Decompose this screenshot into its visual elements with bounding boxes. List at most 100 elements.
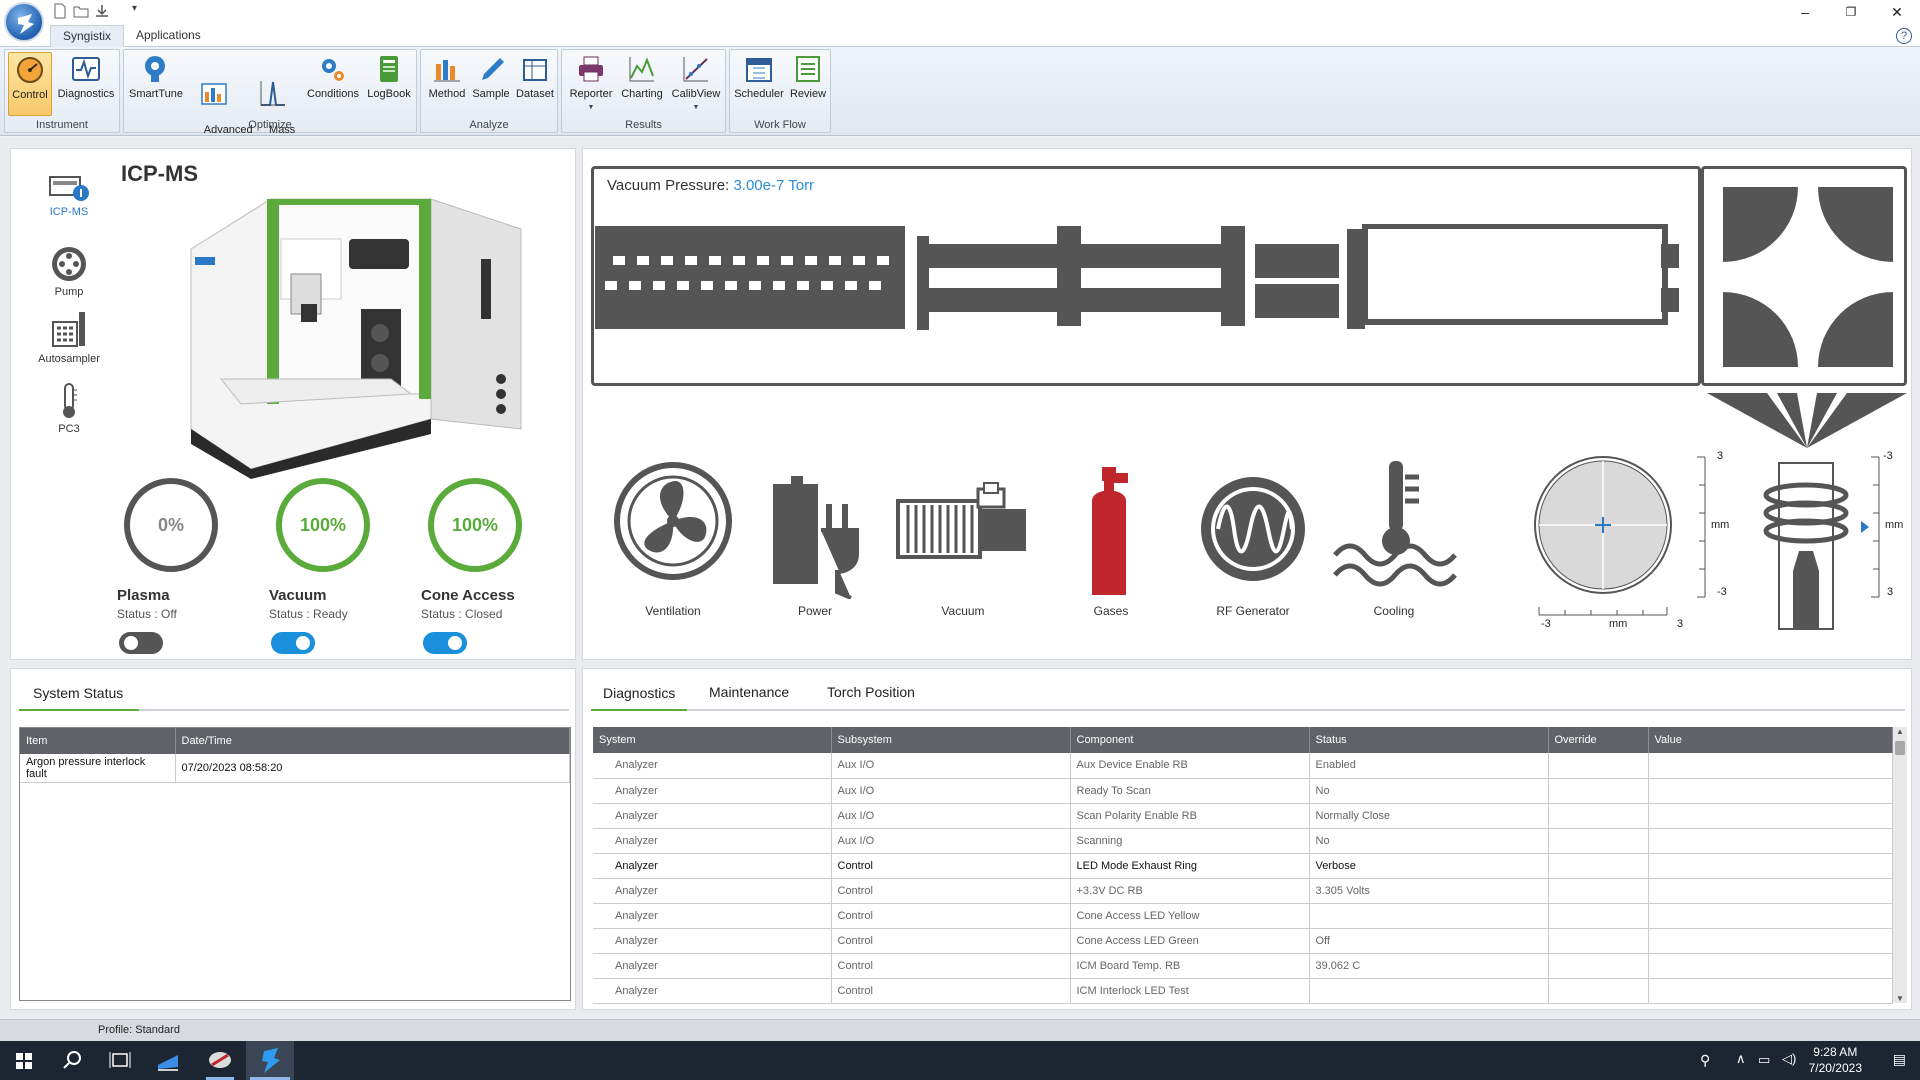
nav-icp-ms[interactable]: ICP-MS — [39, 169, 99, 218]
plasma-toggle[interactable] — [119, 632, 163, 654]
power-plug-icon[interactable] — [771, 474, 861, 599]
override-cell — [1548, 903, 1649, 929]
scroll-up-icon[interactable]: ▲ — [1893, 727, 1907, 739]
table-row[interactable]: Analyzer Aux I/O Ready To Scan No — [593, 778, 1893, 804]
windows-start-icon[interactable] — [0, 1041, 48, 1080]
col-datetime[interactable]: Date/Time — [175, 728, 570, 754]
component-cell: Scan Polarity Enable RB — [1070, 803, 1310, 829]
charting-icon — [629, 57, 654, 82]
col-value[interactable]: Value — [1648, 727, 1893, 753]
clock-time: 9:28 AM — [1813, 1045, 1858, 1059]
ventilation-fan-icon[interactable] — [613, 461, 733, 581]
taskbar-app-icon-2[interactable] — [196, 1041, 244, 1080]
table-row[interactable]: Analyzer Aux I/O Aux Device Enable RB Enabl… — [593, 753, 1893, 779]
volume-icon[interactable]: ◁) — [1782, 1051, 1796, 1067]
close-button[interactable]: ✕ — [1874, 0, 1920, 25]
review-button[interactable]: Review — [786, 52, 830, 116]
nav-autosampler[interactable]: Autosampler — [29, 310, 109, 365]
task-view-icon[interactable] — [96, 1041, 144, 1080]
save-icon[interactable] — [94, 3, 110, 19]
conditions-button[interactable]: Conditions — [304, 52, 362, 116]
tab-system-status[interactable]: System Status — [33, 685, 123, 701]
mass-calibration-button[interactable]: Mass Calibration — [244, 52, 302, 148]
col-status[interactable]: Status — [1309, 727, 1549, 753]
col-override[interactable]: Override — [1548, 727, 1649, 753]
logbook-button[interactable]: LogBook — [364, 52, 414, 116]
system-cell: Analyzer — [593, 853, 832, 879]
quick-access-dropdown-icon[interactable]: ▾ — [132, 3, 148, 19]
nav-pc3[interactable]: PC3 — [39, 382, 99, 435]
control-button[interactable]: Control — [8, 52, 52, 116]
restore-button[interactable]: ❐ — [1828, 0, 1874, 25]
table-row[interactable]: Analyzer Control Cone Access LED Green Off — [593, 928, 1893, 954]
minimize-button[interactable]: – — [1782, 0, 1828, 25]
diagnostics-scrollbar[interactable]: ▲ ▼ — [1893, 727, 1907, 1003]
tab-applications[interactable]: Applications — [124, 25, 213, 47]
nav-pump[interactable]: Pump — [39, 245, 99, 298]
taskbar-app-icon-1[interactable] — [144, 1041, 192, 1080]
system-cell: Analyzer — [593, 828, 832, 854]
diagnostics-button[interactable]: Diagnostics — [55, 52, 117, 116]
component-cell: LED Mode Exhaust Ring — [1070, 853, 1310, 879]
table-row[interactable]: Analyzer Aux I/O Scan Polarity Enable RB No… — [593, 803, 1893, 829]
show-hidden-icons-icon[interactable]: ∧ — [1736, 1051, 1746, 1067]
gas-cylinder-icon[interactable] — [1086, 467, 1136, 597]
rf-generator-icon[interactable] — [1198, 474, 1308, 584]
search-icon[interactable] — [48, 1041, 96, 1080]
z-axis-unit-label: mm — [1885, 519, 1904, 531]
table-row[interactable]: Analyzer Control LED Mode Exhaust Ring Verb… — [593, 853, 1893, 879]
status-cell: 39.062 C — [1309, 953, 1549, 979]
network-icon[interactable]: ▭ — [1758, 1052, 1770, 1068]
vacuum-label: Vacuum — [269, 587, 327, 604]
notifications-icon[interactable]: ▤ — [1893, 1051, 1906, 1068]
component-cell: Cone Access LED Green — [1070, 928, 1310, 954]
scrollbar-thumb[interactable] — [1895, 741, 1905, 755]
table-row[interactable]: Analyzer Control Cone Access LED Yellow — [593, 903, 1893, 929]
tab-maintenance[interactable]: Maintenance — [709, 684, 789, 700]
table-row[interactable]: Analyzer Control ICM Board Temp. RB 39.062 … — [593, 953, 1893, 979]
table-row[interactable]: Argon pressure interlock fault 07/20/202… — [20, 754, 570, 783]
cooling-icon[interactable] — [1331, 459, 1461, 589]
plasma-label: Plasma — [117, 587, 170, 604]
reporter-dropdown-icon[interactable]: ▼ — [588, 104, 595, 111]
syngistix-taskbar-icon[interactable] — [246, 1041, 294, 1080]
new-file-icon[interactable] — [52, 3, 68, 19]
col-item[interactable]: Item — [20, 728, 176, 754]
cone-access-gauge: 100% — [428, 478, 522, 572]
vacuum-pump-icon[interactable] — [896, 481, 1028, 566]
vacuum-toggle[interactable] — [271, 632, 315, 654]
calibview-button[interactable]: CalibView ▼ — [668, 52, 724, 116]
scheduler-button[interactable]: Scheduler — [732, 52, 786, 116]
reporter-button[interactable]: Reporter ▼ — [566, 52, 616, 116]
col-system[interactable]: System — [593, 727, 832, 753]
override-cell — [1548, 928, 1649, 954]
method-button[interactable]: Method — [425, 52, 469, 116]
sample-button[interactable]: Sample — [469, 52, 513, 116]
dataset-button[interactable]: Dataset — [513, 52, 557, 116]
torch-position-target[interactable] — [1533, 455, 1723, 645]
icp-ms-icon — [49, 176, 89, 201]
tab-torch-position[interactable]: Torch Position — [827, 684, 915, 700]
icp-ms-instrument-image — [190, 198, 522, 479]
diagnostics-table: System Subsystem Component Status Overri… — [593, 727, 1893, 1004]
charting-button[interactable]: Charting — [616, 52, 668, 116]
help-icon[interactable]: ? — [1896, 28, 1912, 44]
advanced-optimize-button[interactable]: Advanced Optimize — [186, 52, 253, 148]
calibview-dropdown-icon[interactable]: ▼ — [693, 104, 700, 111]
tab-diagnostics[interactable]: Diagnostics — [603, 685, 675, 701]
table-row[interactable]: Analyzer Control +3.3V DC RB 3.305 Volts — [593, 878, 1893, 904]
app-logo[interactable] — [4, 2, 44, 42]
tab-syngistix[interactable]: Syngistix — [50, 25, 125, 47]
cone-access-toggle[interactable] — [423, 632, 467, 654]
col-subsystem[interactable]: Subsystem — [831, 727, 1071, 753]
col-component[interactable]: Component — [1070, 727, 1310, 753]
schematic-panel: Vacuum Pressure: 3.00e-7 Torr Ventilatio… — [582, 148, 1912, 660]
table-row[interactable]: Analyzer Aux I/O Scanning No — [593, 828, 1893, 854]
smarttune-button[interactable]: SmartTune — [128, 52, 184, 116]
ion-path-schematic — [595, 224, 1679, 330]
system-clock[interactable]: 9:28 AM 7/20/2023 — [1809, 1044, 1862, 1076]
table-row[interactable]: Analyzer Control ICM Interlock LED Test — [593, 978, 1893, 1004]
scroll-down-icon[interactable]: ▼ — [1893, 994, 1907, 1003]
open-folder-icon[interactable] — [73, 3, 89, 19]
people-icon[interactable]: ⚲ — [1700, 1052, 1710, 1069]
